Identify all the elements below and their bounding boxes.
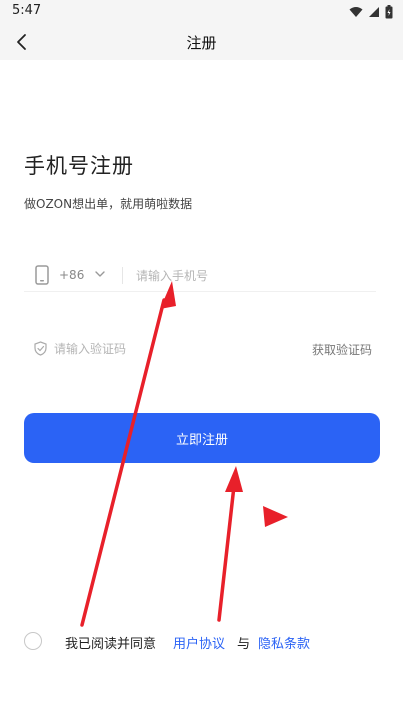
red-arrow-icon (263, 506, 288, 527)
verification-code-row: 获取验证码 (24, 335, 376, 363)
chevron-down-icon[interactable] (94, 269, 106, 279)
divider (122, 267, 123, 284)
register-button[interactable]: 立即注册 (24, 413, 380, 463)
wifi-icon (349, 7, 363, 17)
smartphone-icon (35, 265, 49, 285)
phone-number-row: +86 (24, 260, 376, 292)
red-arrow-icon (217, 466, 243, 622)
privacy-policy-link[interactable]: 隐私条款 (258, 633, 310, 652)
page-subtitle: 做OZON想出单，就用萌啦数据 (24, 197, 193, 211)
agreement-prefix: 我已阅读并同意 (65, 637, 157, 652)
app-bar: 注册 (0, 24, 403, 60)
status-bar: 5:47 (0, 0, 403, 24)
status-icons (349, 4, 393, 20)
agreement-conjunction: 与 (237, 637, 251, 652)
get-code-button[interactable]: 获取验证码 (312, 341, 372, 358)
status-time: 5:47 (12, 3, 42, 18)
shield-check-icon (34, 341, 47, 356)
app-title: 注册 (186, 34, 217, 52)
agreement-checkbox[interactable] (24, 632, 42, 650)
page-heading: 手机号注册 (24, 154, 134, 178)
country-code-selector[interactable]: +86 (59, 268, 84, 282)
phone-input[interactable] (136, 266, 366, 286)
signal-icon (369, 7, 379, 17)
user-agreement-link[interactable]: 用户协议 (173, 633, 225, 652)
verification-code-input[interactable] (54, 339, 254, 359)
agreement-row: 我已阅读并同意 用户协议 与 隐私条款 (24, 630, 384, 652)
battery-icon (385, 5, 393, 19)
